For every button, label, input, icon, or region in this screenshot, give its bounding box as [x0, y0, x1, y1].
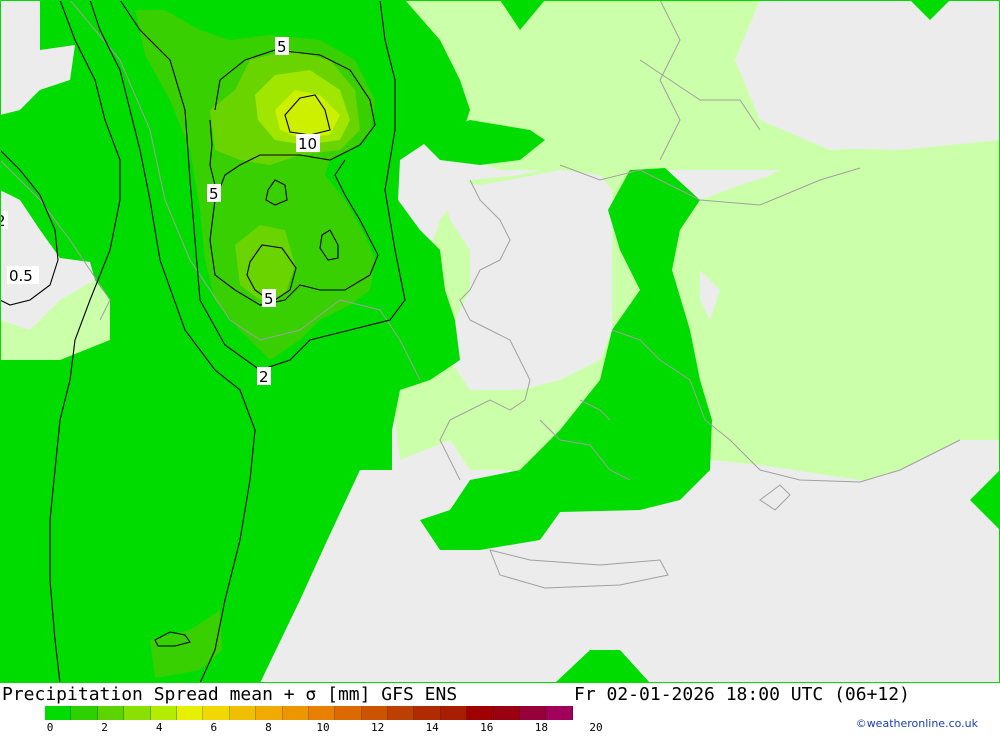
scale-tick-label: 2 [101, 721, 108, 734]
scale-tick-label: 4 [155, 721, 163, 734]
scale-swatch [256, 706, 283, 720]
contour-label-0-5: 0.5 [9, 267, 33, 285]
scale-swatch [45, 706, 72, 720]
credit-link[interactable]: ©weatheronline.co.uk [856, 717, 978, 730]
contour-label-5-bottom: 5 [264, 290, 274, 308]
scale-swatch [546, 706, 573, 720]
scale-swatch [97, 706, 125, 720]
scale-tick-label: 18 [534, 721, 549, 734]
scale-swatch [335, 706, 362, 720]
scale-swatch [520, 706, 547, 720]
scale-swatch [150, 706, 177, 720]
scale-swatch [282, 706, 309, 720]
scale-swatch [493, 706, 521, 720]
contour-label-2: 2 [259, 368, 269, 386]
precipitation-map: 5 10 5 5 2 0.5 2 [0, 0, 1000, 683]
scale-swatch [388, 706, 415, 720]
scale-swatch [414, 706, 441, 720]
valid-time: Fr 02-01-2026 18:00 UTC (06+12) [574, 684, 910, 705]
scale-swatch [203, 706, 230, 720]
scale-swatch [467, 706, 494, 720]
scale-swatch [440, 706, 468, 720]
chart-title: Precipitation Spread mean + σ [mm] GFS E… [2, 684, 458, 705]
scale-swatch [361, 706, 389, 720]
scale-tick-label: 6 [210, 721, 218, 734]
scale-tick-label: 10 [316, 721, 330, 734]
scale-swatch [308, 706, 336, 720]
title-bar: Precipitation Spread mean + σ [mm] GFS E… [0, 684, 1000, 706]
color-scale [45, 706, 573, 720]
scale-tick-label: 14 [425, 721, 439, 734]
contour-label-5-left: 5 [209, 185, 219, 203]
scale-tick-label: 12 [370, 721, 385, 734]
contour-label-5-top: 5 [277, 38, 287, 56]
contour-label-10: 10 [298, 135, 317, 153]
scale-tick-label: 16 [480, 721, 494, 734]
scale-swatch [229, 706, 257, 720]
scale-tick-label: 20 [589, 721, 603, 734]
scale-swatch [124, 706, 151, 720]
scale-swatch [71, 706, 98, 720]
color-scale-ticks: 0 2 4 6 8 10 12 14 16 18 20 [45, 721, 625, 734]
scale-tick-label: 8 [265, 721, 272, 734]
scale-tick-label: 0 [46, 721, 54, 734]
scale-swatch [176, 706, 204, 720]
